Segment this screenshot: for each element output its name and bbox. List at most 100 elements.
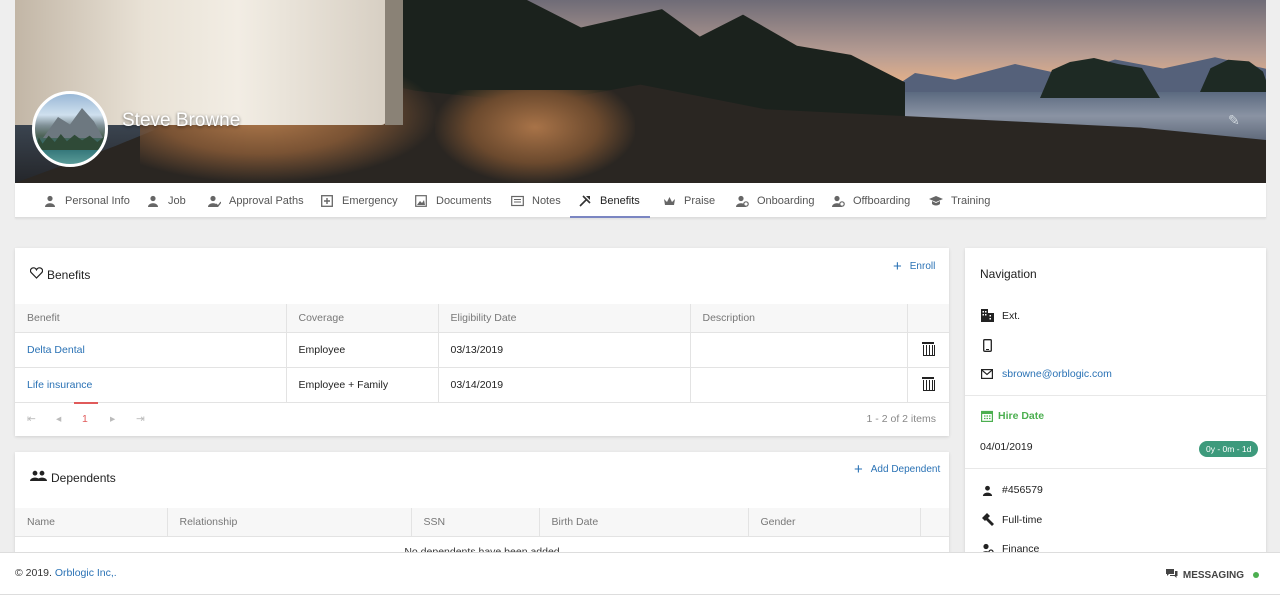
calendar-icon [980,410,994,422]
company-link[interactable]: Orblogic Inc,. [55,567,117,579]
profile-banner: ✎ [15,0,1266,183]
tab-approval-paths[interactable]: Approval Paths [203,183,308,218]
tab-label: Personal Info [65,194,130,207]
enroll-button[interactable]: + Enroll [893,257,935,275]
column-header[interactable]: Eligibility Date [438,304,691,333]
tab-label: Onboarding [757,194,815,207]
benefit-link[interactable]: Delta Dental [27,344,85,356]
plus-icon: + [854,460,863,478]
tools-icon [578,194,592,208]
tab-training[interactable]: Training [925,183,994,218]
delete-icon[interactable] [922,376,936,391]
crown-icon [662,194,676,208]
email-link[interactable]: sbrowne@orblogic.com [1002,368,1112,380]
notes-icon [510,194,524,208]
plus-box-icon [320,194,334,208]
navigation-title: Navigation [980,267,1037,281]
current-page-indicator [74,402,98,404]
tab-label: Emergency [342,194,398,207]
tab-praise[interactable]: Praise [658,183,719,218]
mobile-phone-icon [980,339,994,352]
next-page-icon[interactable]: ▸ [110,413,115,425]
tab-label: Offboarding [853,194,911,207]
column-header[interactable]: Name [15,508,168,537]
table-row: Delta Dental Employee 03/13/2019 [15,332,949,368]
person-icon [146,194,160,208]
person-check-icon [207,194,221,208]
column-header[interactable]: Coverage [286,304,439,333]
navigation-panel: Navigation Ext. sbrowne@orblogic.com Hir… [965,248,1266,578]
prev-page-icon[interactable]: ◂ [56,413,61,425]
tenure-badge: 0y - 0m - 1d [1199,441,1259,457]
person-gear-icon [831,194,845,208]
tab-documents[interactable]: Documents [410,183,496,218]
description-cell [690,332,908,368]
person-gear-icon [735,194,749,208]
tab-benefits[interactable]: Benefits [570,183,650,218]
envelope-icon [980,369,994,379]
chat-icon [1165,568,1178,582]
add-dependent-button[interactable]: + Add Dependent [854,460,940,478]
tab-label: Documents [436,194,492,207]
heart-icon [29,267,44,282]
description-cell [690,367,908,403]
hire-date-value: 04/01/2019 [980,441,1033,453]
tab-label: Notes [532,194,561,207]
eligibility-cell: 03/14/2019 [438,367,691,403]
last-page-icon[interactable]: ⇥ [136,413,145,425]
column-header[interactable]: Description [690,304,908,333]
column-header[interactable]: SSN [411,508,540,537]
benefits-card: Benefits + Enroll Benefit Coverage Eligi… [15,248,949,436]
pager-summary: 1 - 2 of 2 items [866,413,936,425]
hire-date-label: Hire Date [980,410,1044,422]
person-icon [43,194,57,208]
column-header[interactable]: Birth Date [539,508,749,537]
table-row: Life insurance Employee + Family 03/14/2… [15,367,949,403]
plus-icon: + [893,257,902,275]
profile-name: Steve Browne [122,110,241,131]
column-header-actions [920,508,949,537]
tab-personal-info[interactable]: Personal Info [39,183,134,218]
copyright: © 2019. Orblogic Inc,. [15,567,117,579]
tab-label: Praise [684,194,716,207]
coverage-cell: Employee [286,332,439,368]
phone-row [980,339,994,352]
tab-emergency[interactable]: Emergency [316,183,402,218]
pager: ⇤ ◂ 1 ▸ ⇥ 1 - 2 of 2 items [15,402,949,436]
tab-label: Training [951,194,991,207]
edit-banner-icon[interactable]: ✎ [1228,112,1244,128]
current-page[interactable]: 1 [82,413,88,425]
column-header-actions [907,304,949,333]
image-icon [414,194,428,208]
first-page-icon[interactable]: ⇤ [27,413,36,425]
tab-job[interactable]: Job [142,183,190,218]
building-icon [980,309,994,322]
benefits-title: Benefits [29,267,90,282]
online-status-dot [1253,572,1259,578]
delete-icon[interactable] [922,341,936,356]
coverage-cell: Employee + Family [286,367,439,403]
tab-offboarding[interactable]: Offboarding [827,183,914,218]
avatar[interactable] [32,91,108,167]
graduation-cap-icon [929,194,943,208]
profile-tabs: Personal Info Job Approval Paths Emergen… [15,183,1266,218]
column-header[interactable]: Gender [748,508,921,537]
tab-label: Job [168,194,186,207]
benefits-table: Benefit Coverage Eligibility Date Descri… [15,304,949,403]
tab-notes[interactable]: Notes [506,183,565,218]
person-icon [980,485,994,496]
column-header[interactable]: Benefit [15,304,287,333]
benefit-link[interactable]: Life insurance [27,379,92,391]
email-row: sbrowne@orblogic.com [980,368,1112,380]
extension-row: Ext. [980,309,1020,322]
tab-label: Benefits [600,194,640,207]
hammer-icon [980,513,994,526]
dependents-title: Dependents [30,470,116,485]
employee-id-row: #456579 [980,484,1043,496]
column-header[interactable]: Relationship [167,508,412,537]
messaging-button[interactable]: MESSAGING [1165,568,1259,582]
tab-onboarding[interactable]: Onboarding [731,183,819,218]
eligibility-cell: 03/13/2019 [438,332,691,368]
footer: © 2019. Orblogic Inc,. MESSAGING [0,552,1280,595]
employment-type-row: Full-time [980,513,1042,526]
